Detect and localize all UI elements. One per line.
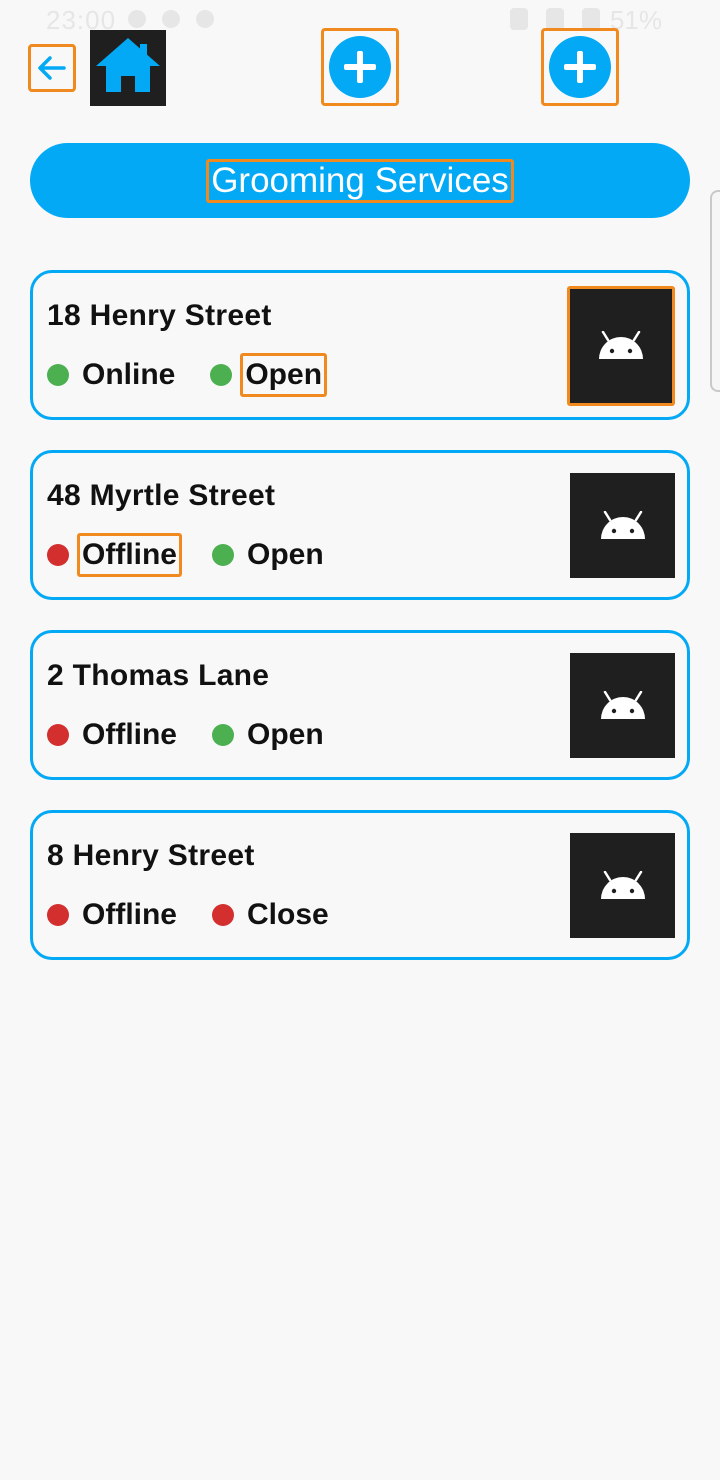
connection-status: Offline bbox=[47, 533, 182, 577]
connection-label: Offline bbox=[82, 718, 177, 751]
location-status-row: Offline Open bbox=[47, 715, 359, 755]
location-status-row: Offline Open bbox=[47, 533, 359, 577]
open-status: Open bbox=[212, 713, 329, 757]
open-label: Open bbox=[247, 538, 324, 571]
status-dot-icon bbox=[212, 904, 234, 926]
add-button-secondary[interactable] bbox=[541, 28, 619, 106]
edge-panel-handle[interactable] bbox=[710, 190, 720, 392]
notification-icon bbox=[128, 10, 146, 28]
location-status-row: Online Open bbox=[47, 353, 357, 397]
page-title[interactable]: Grooming Services bbox=[206, 158, 514, 203]
open-label: Open bbox=[247, 718, 324, 751]
location-image[interactable] bbox=[570, 833, 675, 938]
location-name: 48 Myrtle Street bbox=[47, 479, 276, 512]
android-icon bbox=[599, 331, 643, 359]
location-name: 8 Henry Street bbox=[47, 839, 255, 872]
open-label[interactable]: Open bbox=[240, 353, 328, 397]
add-button-primary[interactable] bbox=[321, 28, 399, 106]
location-name: 18 Henry Street bbox=[47, 299, 272, 332]
open-status: Open bbox=[212, 533, 329, 577]
location-status-row: Offline Close bbox=[47, 895, 364, 935]
wifi-icon bbox=[582, 8, 600, 30]
status-dot-icon bbox=[212, 544, 234, 566]
android-icon bbox=[600, 690, 645, 719]
location-image[interactable] bbox=[570, 473, 675, 578]
open-status: Close bbox=[212, 893, 334, 937]
connection-status: Offline bbox=[47, 713, 182, 757]
android-icon bbox=[600, 510, 645, 539]
home-icon bbox=[96, 38, 160, 92]
connection-status: Offline bbox=[47, 893, 182, 937]
arrow-left-icon bbox=[38, 56, 66, 80]
alarm-icon bbox=[546, 8, 564, 30]
plus-circle-icon bbox=[329, 36, 391, 98]
connection-label[interactable]: Offline bbox=[77, 533, 182, 577]
connection-status: Online bbox=[47, 353, 180, 397]
status-dot-icon bbox=[210, 364, 233, 386]
open-status: Open bbox=[210, 353, 328, 397]
location-image[interactable] bbox=[570, 653, 675, 758]
dnd-icon bbox=[196, 10, 214, 28]
plus-circle-icon bbox=[549, 36, 611, 98]
connection-label: Offline bbox=[82, 898, 177, 931]
connection-label: Online bbox=[82, 358, 176, 391]
page-title-banner: Grooming Services bbox=[30, 143, 690, 218]
mute-icon bbox=[510, 8, 528, 30]
location-name: 2 Thomas Lane bbox=[47, 659, 270, 692]
open-label: Close bbox=[247, 898, 329, 931]
location-image[interactable] bbox=[567, 286, 675, 406]
location-card[interactable]: 48 Myrtle Street Offline Open bbox=[30, 450, 690, 600]
back-button[interactable] bbox=[28, 44, 76, 92]
status-dot-icon bbox=[47, 724, 69, 746]
status-system-icons bbox=[510, 8, 600, 30]
status-dot-icon bbox=[212, 724, 234, 746]
status-dot-icon bbox=[47, 904, 69, 926]
location-card[interactable]: 18 Henry Street Online Open bbox=[30, 270, 690, 420]
location-card[interactable]: 8 Henry Street Offline Close bbox=[30, 810, 690, 960]
location-card[interactable]: 2 Thomas Lane Offline Open bbox=[30, 630, 690, 780]
home-button[interactable] bbox=[90, 30, 166, 106]
status-dot-icon bbox=[47, 364, 69, 386]
status-dot-icon bbox=[47, 544, 69, 566]
status-notification-icons bbox=[128, 10, 214, 28]
cloud-icon bbox=[162, 10, 180, 28]
android-icon bbox=[600, 870, 645, 899]
